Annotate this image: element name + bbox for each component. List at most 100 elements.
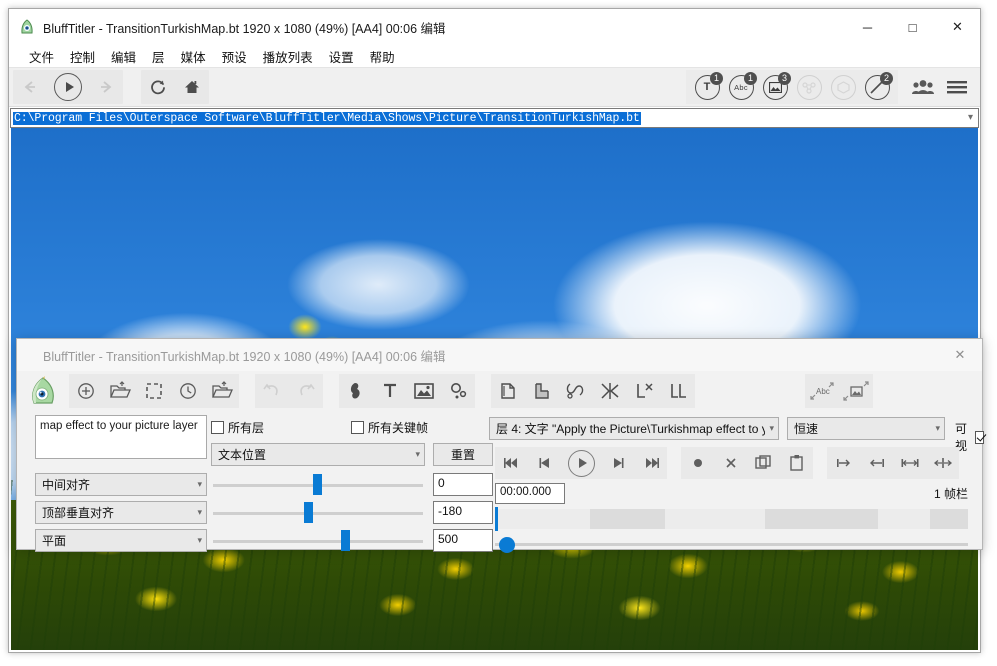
menu-preset[interactable]: 预设 [214, 45, 255, 68]
skip-to-end-button[interactable] [634, 448, 667, 478]
x-position-slider[interactable] [213, 473, 423, 496]
y-position-slider[interactable] [213, 501, 423, 524]
play-icon[interactable] [47, 71, 89, 103]
timeline-playhead[interactable] [495, 507, 498, 531]
hamburger-menu-icon[interactable] [940, 71, 974, 103]
visible-checkbox-box[interactable] [975, 431, 984, 444]
menu-help[interactable]: 帮助 [362, 45, 403, 68]
timeline-segment[interactable] [930, 509, 968, 529]
expand-text-icon[interactable]: Abc [805, 375, 839, 407]
dialog-close-button[interactable]: ✕ [938, 339, 982, 371]
set-in-point-button[interactable] [827, 448, 860, 478]
menu-file[interactable]: 文件 [21, 45, 62, 68]
layer-ops-group [491, 374, 695, 408]
delete-keyframe-button[interactable] [714, 448, 747, 478]
file-group [69, 374, 239, 408]
current-time-field[interactable]: 00:00.000 [495, 483, 565, 504]
home-icon[interactable] [175, 71, 209, 103]
undo-icon[interactable] [255, 375, 289, 407]
text-layer-icon[interactable]: T 1 [690, 70, 724, 104]
record-keyframe-button[interactable] [681, 448, 714, 478]
menu-control[interactable]: 控制 [62, 45, 103, 68]
timeline-segment[interactable] [765, 509, 879, 529]
speed-select-combo[interactable]: 恒速 ▾ [787, 417, 945, 440]
particle-layer-icon[interactable] [441, 375, 475, 407]
clock-icon[interactable] [171, 375, 205, 407]
layer-add-icon[interactable] [661, 375, 695, 407]
vertical-align-combo[interactable]: 顶部垂直对齐 ▾ [35, 501, 207, 524]
path-bar[interactable]: C:\Program Files\Outerspace Software\Blu… [10, 108, 979, 128]
z-slider-thumb[interactable] [341, 530, 350, 551]
layer-loop-icon[interactable] [559, 375, 593, 407]
z-position-slider[interactable] [213, 529, 423, 552]
fit-range-button[interactable] [893, 448, 926, 478]
all-keyframes-checkbox[interactable]: 所有关键帧 [351, 419, 428, 436]
menu-playlist[interactable]: 播放列表 [255, 45, 321, 68]
all-keyframes-checkbox-box[interactable] [351, 421, 364, 434]
transport-controls [495, 447, 959, 479]
model-layer-icon[interactable] [826, 70, 860, 104]
maximize-button[interactable]: □ [890, 9, 935, 45]
window-controls: ─ □ ✕ [845, 9, 980, 45]
text-position-combo[interactable]: 文本位置 ▾ [211, 443, 425, 466]
layer-delete-icon[interactable] [627, 375, 661, 407]
expand-picture-icon[interactable] [839, 375, 873, 407]
timeline-track[interactable] [495, 509, 968, 529]
plane-combo[interactable]: 平面 ▾ [35, 529, 207, 552]
copy-keyframe-button[interactable] [747, 448, 780, 478]
layer-merge-icon[interactable] [593, 375, 627, 407]
new-icon[interactable] [69, 375, 103, 407]
blufftitler-eye-icon [19, 19, 35, 35]
layer-copy-icon[interactable] [491, 375, 525, 407]
save-folder-icon[interactable] [205, 375, 239, 407]
scrubber-knob[interactable] [499, 537, 515, 553]
menu-bar: 文件 控制 编辑 层 媒体 预设 播放列表 设置 帮助 [9, 45, 980, 67]
refresh-icon[interactable] [141, 71, 175, 103]
play-button[interactable] [561, 448, 601, 478]
chevron-down-icon[interactable]: ▾ [968, 112, 973, 123]
x-position-field[interactable]: 0 [433, 473, 493, 496]
forward-arrow-icon[interactable] [89, 71, 123, 103]
text-layer-icon[interactable] [373, 375, 407, 407]
previous-keyframe-button[interactable] [528, 448, 561, 478]
x-slider-thumb[interactable] [313, 474, 322, 495]
menu-edit[interactable]: 编辑 [103, 45, 144, 68]
redo-icon[interactable] [289, 375, 323, 407]
skip-to-start-button[interactable] [495, 448, 528, 478]
font-layer-icon[interactable]: Abc 1 [724, 70, 758, 104]
open-folder-icon[interactable] [103, 375, 137, 407]
path-input[interactable]: C:\Program Files\Outerspace Software\Blu… [13, 112, 641, 125]
next-keyframe-button[interactable] [601, 448, 634, 478]
center-range-button[interactable] [926, 448, 959, 478]
visible-checkbox[interactable]: 可视 [955, 420, 984, 454]
layer-paste-icon[interactable] [525, 375, 559, 407]
chevron-down-icon: ▾ [197, 507, 202, 518]
crop-icon[interactable] [137, 375, 171, 407]
menu-layer[interactable]: 层 [144, 45, 173, 68]
text-layer-badge: 1 [710, 72, 723, 85]
effect-layer-icon[interactable]: 2 [860, 70, 894, 104]
timeline-scrubber[interactable] [495, 537, 968, 553]
y-position-field[interactable]: -180 [433, 501, 493, 524]
z-position-field[interactable]: 500 [433, 529, 493, 552]
horizontal-align-combo[interactable]: 中间对齐 ▾ [35, 473, 207, 496]
close-button[interactable]: ✕ [935, 9, 980, 45]
paste-keyframe-button[interactable] [780, 448, 813, 478]
reset-button[interactable]: 重置 [433, 443, 493, 466]
description-memo[interactable]: map effect to your picture layer [35, 415, 207, 459]
menu-media[interactable]: 媒体 [173, 45, 214, 68]
blob-layer-icon[interactable] [339, 375, 373, 407]
y-slider-thumb[interactable] [304, 502, 313, 523]
back-arrow-icon[interactable] [13, 71, 47, 103]
set-out-point-button[interactable] [860, 448, 893, 478]
picture-layer-icon[interactable]: 3 [758, 70, 792, 104]
picture-layer-icon[interactable] [407, 375, 441, 407]
all-layers-checkbox-box[interactable] [211, 421, 224, 434]
all-layers-checkbox[interactable]: 所有层 [211, 419, 264, 436]
minimize-button[interactable]: ─ [845, 9, 890, 45]
layer-select-combo[interactable]: 层 4: 文字 "Apply the Picture\Turkishmap ef… [489, 417, 779, 440]
people-icon[interactable] [906, 71, 940, 103]
timeline-segment[interactable] [590, 509, 666, 529]
particle-layer-icon[interactable] [792, 70, 826, 104]
menu-settings[interactable]: 设置 [321, 45, 362, 68]
